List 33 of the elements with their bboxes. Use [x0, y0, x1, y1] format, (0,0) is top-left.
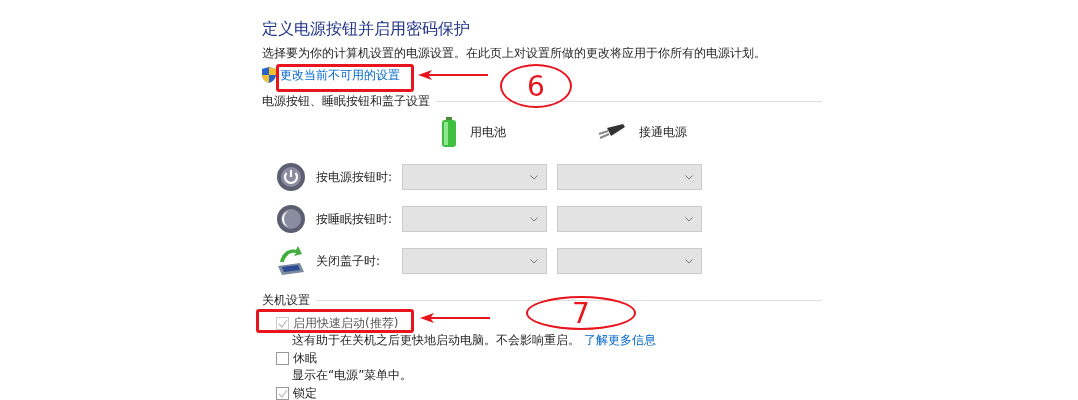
chevron-icon — [530, 258, 538, 264]
laptop-icon — [276, 246, 306, 276]
section-heading: 关机设置 — [262, 291, 310, 309]
checkbox[interactable] — [276, 352, 289, 365]
row-label: 按睡眠按钮时: — [316, 210, 392, 228]
checkbox-label: 锁定 — [293, 385, 317, 400]
page-title: 定义电源按钮并启用密码保护 — [262, 18, 471, 40]
chevron-icon — [685, 258, 693, 264]
power-icon — [276, 162, 306, 192]
arrow — [418, 70, 488, 80]
column-heading: 接通电源 — [639, 123, 687, 141]
moon-icon — [276, 204, 306, 234]
battery-icon — [442, 117, 456, 147]
checkbox-label: 休眠 — [293, 350, 317, 367]
change-settings-link[interactable]: 更改当前不可用的设置 — [280, 66, 400, 84]
chevron-icon — [685, 174, 693, 180]
arrow — [420, 313, 490, 323]
step-number: 6 — [500, 64, 572, 108]
description-text: 选择要为你的计算机设置的电源设置。在此页上对设置所做的更改将应用于你所有的电源计划。 — [262, 45, 767, 61]
option-note: 显示在“电源”菜单中。 — [292, 368, 413, 383]
column-heading: 用电池 — [470, 123, 506, 141]
chevron-icon — [685, 216, 693, 222]
row-label: 关闭盖子时: — [316, 252, 382, 270]
option-note: 这有助于在关机之后更快地启动电脑。不会影响重启。 — [292, 333, 580, 348]
chevron-icon — [530, 174, 538, 180]
plug-icon — [597, 124, 625, 140]
section-heading: 电源按钮、睡眠按钮和盖子设置 — [262, 92, 430, 110]
checkbox[interactable] — [276, 387, 289, 400]
step-number: 7 — [526, 296, 636, 330]
row-label: 按电源按钮时: — [316, 168, 392, 186]
chevron-icon — [530, 216, 538, 222]
checkbox-label: 启用快速启动(推荐) — [293, 315, 399, 332]
shield-icon — [262, 67, 276, 83]
